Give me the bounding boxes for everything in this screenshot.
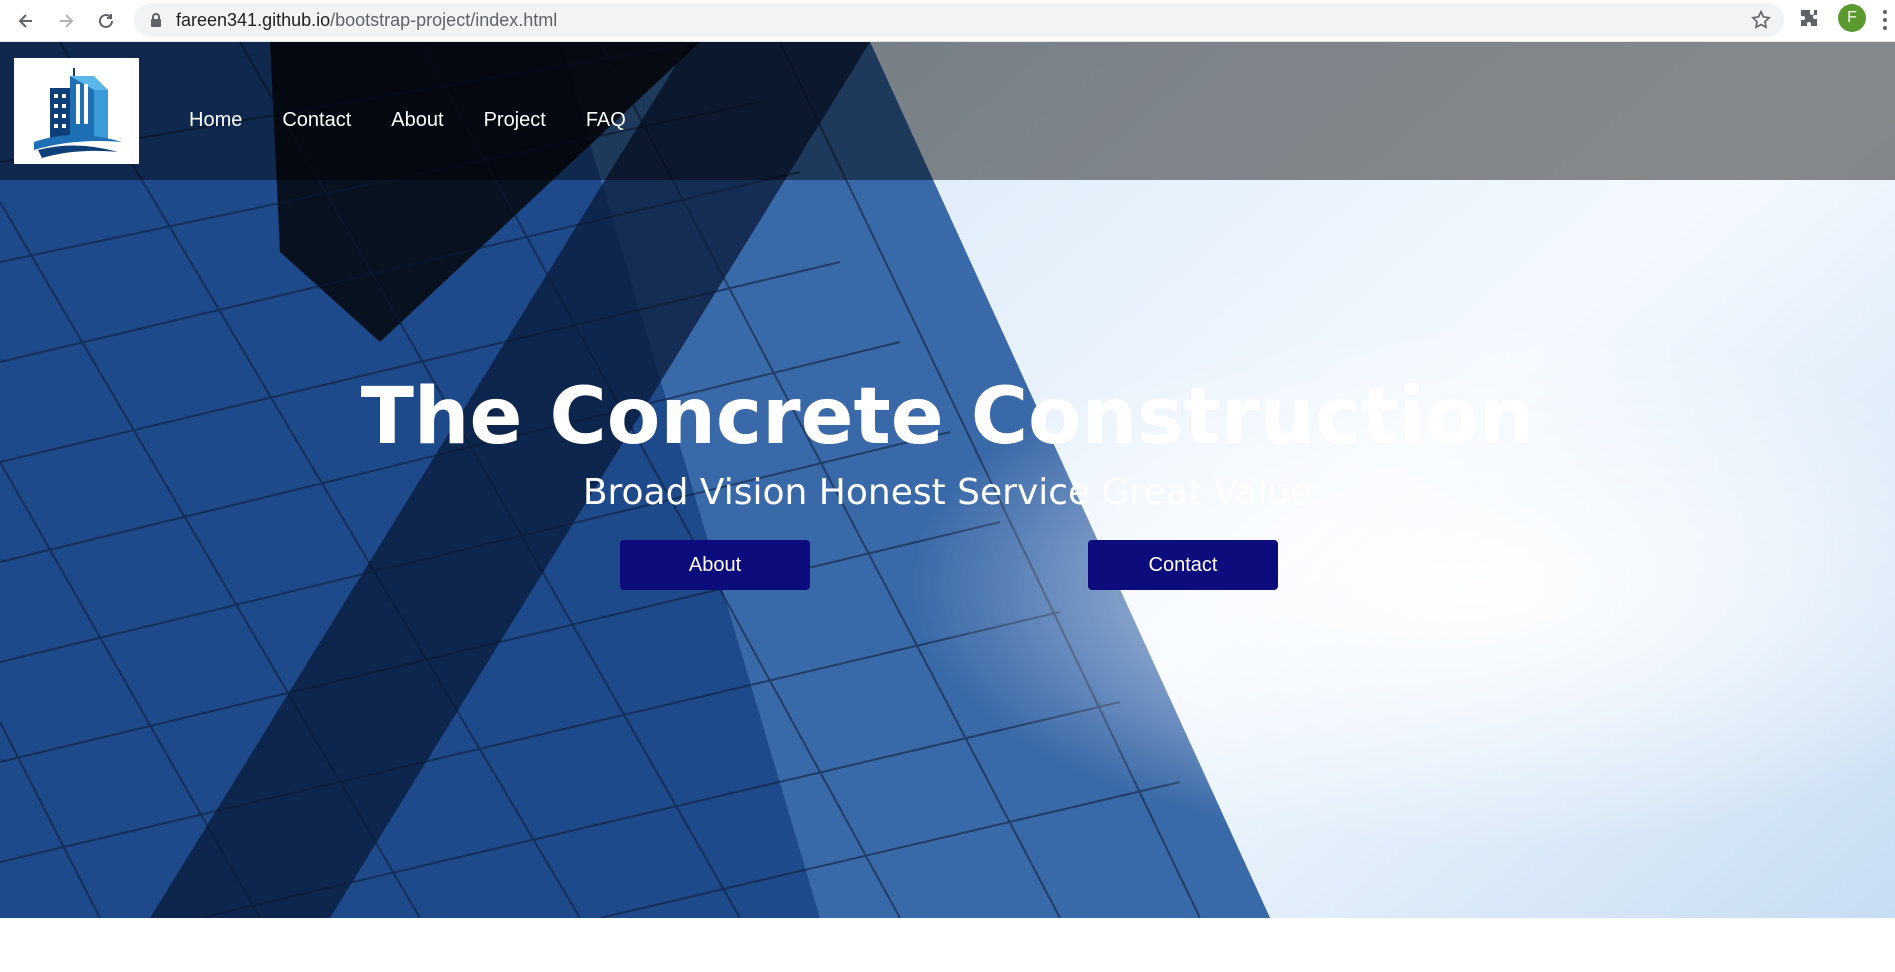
back-button[interactable] xyxy=(11,6,41,36)
nav-link-about[interactable]: About xyxy=(391,109,443,132)
reload-button[interactable] xyxy=(91,6,121,36)
about-button[interactable]: About xyxy=(620,540,810,590)
browser-toolbar: fareen341.github.io/bootstrap-project/in… xyxy=(0,0,1895,42)
address-bar[interactable]: fareen341.github.io/bootstrap-project/in… xyxy=(134,3,1784,37)
hero-title: The Concrete Construction xyxy=(360,372,1535,462)
url-path: /bootstrap-project/index.html xyxy=(330,10,558,30)
star-icon[interactable] xyxy=(1750,9,1772,31)
hero-subtitle: Broad Vision Honest Service Great Value xyxy=(582,472,1313,513)
forward-button[interactable] xyxy=(51,6,81,36)
url-text: fareen341.github.io/bootstrap-project/in… xyxy=(176,10,557,31)
extensions-icon[interactable] xyxy=(1797,6,1821,30)
nav-link-project[interactable]: Project xyxy=(484,109,546,132)
nav-link-home[interactable]: Home xyxy=(189,109,242,132)
more-icon[interactable] xyxy=(1882,10,1888,32)
forward-icon xyxy=(60,14,74,28)
main-nav: Home Contact About Project FAQ xyxy=(189,109,666,132)
nav-link-contact[interactable]: Contact xyxy=(282,109,351,132)
navbar: Home Contact About Project FAQ xyxy=(0,42,1895,180)
hero-section: Home Contact About Project FAQ The Concr… xyxy=(0,42,1895,918)
lock-icon xyxy=(151,13,161,27)
nav-link-faq[interactable]: FAQ xyxy=(586,109,626,132)
reload-icon xyxy=(99,13,113,28)
contact-button[interactable]: Contact xyxy=(1088,540,1278,590)
profile-avatar[interactable]: F xyxy=(1838,4,1866,32)
company-logo[interactable] xyxy=(14,58,139,164)
url-host: fareen341.github.io xyxy=(176,10,331,30)
building-logo-icon xyxy=(34,68,122,158)
back-icon xyxy=(18,14,32,28)
